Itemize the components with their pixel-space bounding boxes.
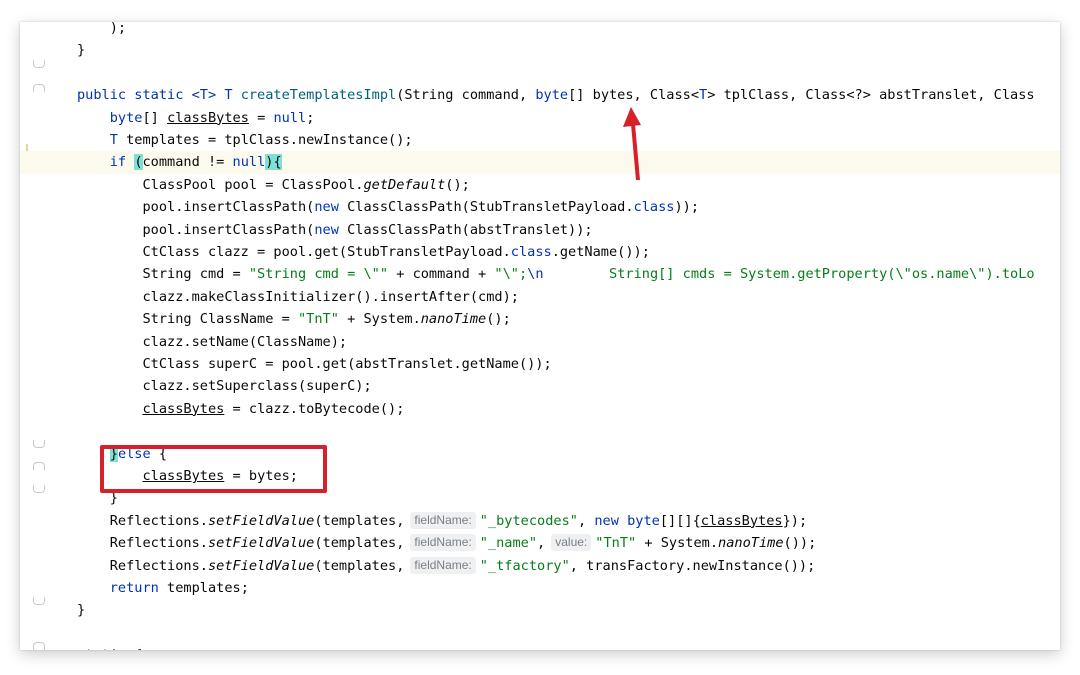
arrow-up-icon — [623, 107, 641, 181]
annotation-arrow — [623, 107, 641, 181]
code-editor-window: );} public static <T> T createTemplatesIm… — [20, 22, 1060, 650]
annotation-highlight-box — [100, 445, 327, 493]
